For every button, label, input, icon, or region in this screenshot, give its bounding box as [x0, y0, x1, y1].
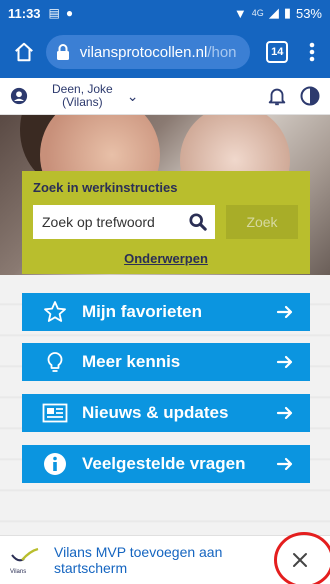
bell-icon[interactable]: [266, 85, 288, 107]
newspaper-icon: [42, 400, 68, 426]
more-vertical-icon: [309, 42, 315, 62]
nav-news-button[interactable]: Nieuws & updates: [22, 394, 310, 432]
arrow-right-icon: [276, 355, 293, 369]
wifi-icon: ▼: [233, 5, 247, 21]
install-banner-text[interactable]: Vilans MVP toevoegen aan startscherm: [54, 544, 254, 576]
nav-favorites-button[interactable]: Mijn favorieten: [22, 293, 310, 331]
status-right: ▼ 4G ◢ ▮ 53%: [234, 5, 322, 21]
contrast-icon[interactable]: [300, 86, 320, 106]
url-path: /hon: [207, 43, 237, 61]
signal-icon: ◢: [268, 5, 279, 20]
tab-switcher-button[interactable]: 14: [266, 41, 289, 63]
vilans-logo: Vilans: [10, 545, 44, 575]
search-card: Zoek in werkinstructies Zoek op trefwoor…: [22, 171, 310, 274]
lock-icon: [56, 44, 74, 60]
url-field[interactable]: vilansprotocollen.nl/hon: [45, 35, 251, 69]
home-button[interactable]: [8, 36, 40, 68]
search-title: Zoek in werkinstructies: [33, 180, 178, 195]
notification-icon: ▤: [48, 6, 60, 20]
install-banner-line2: startscherm: [54, 560, 128, 576]
site-header: Deen, Joke (Vilans) ⌄: [0, 78, 330, 115]
url-host: vilansprotocollen.nl: [79, 43, 208, 61]
user-name-line2: (Vilans): [62, 95, 103, 109]
nav-favorites-label: Mijn favorieten: [82, 302, 202, 321]
signal-label: 4G: [251, 8, 264, 18]
info-icon: [42, 451, 68, 477]
search-button[interactable]: Zoek: [226, 205, 298, 239]
search-icon[interactable]: [181, 205, 215, 239]
nav-faq-label: Veelgestelde vragen: [82, 454, 246, 473]
status-time: 11:33: [8, 5, 41, 21]
browser-menu-button[interactable]: [302, 36, 322, 68]
arrow-right-icon: [276, 305, 293, 319]
user-icon[interactable]: [10, 87, 28, 105]
nav-faq-button[interactable]: Veelgestelde vragen: [22, 445, 310, 483]
vilans-logo-mark: [11, 547, 39, 562]
home-icon: [14, 42, 33, 62]
arrow-right-icon: [276, 457, 293, 471]
chevron-down-icon[interactable]: ⌄: [127, 88, 139, 105]
search-placeholder: Zoek op trefwoord: [42, 214, 155, 230]
star-icon: [42, 299, 68, 325]
nav-knowledge-button[interactable]: Meer kennis: [22, 343, 310, 381]
browser-toolbar: vilansprotocollen.nl/hon 14: [0, 26, 330, 78]
close-banner-button[interactable]: [274, 532, 330, 584]
vilans-logo-text: Vilans: [10, 569, 27, 575]
nav-knowledge-label: Meer kennis: [82, 352, 181, 371]
search-input[interactable]: Zoek op trefwoord: [33, 205, 215, 239]
arrow-right-icon: [276, 406, 293, 420]
install-banner-line1: Vilans MVP toevoegen aan: [54, 544, 223, 560]
battery-icon: ▮: [283, 5, 291, 20]
topics-link[interactable]: Onderwerpen: [22, 251, 310, 266]
app-notification-icon: ●: [65, 6, 74, 20]
highlight-circle: [274, 532, 330, 584]
nav-news-label: Nieuws & updates: [82, 403, 229, 422]
install-banner: Vilans Vilans MVP toevoegen aan startsch…: [0, 532, 330, 584]
battery-percent: 53%: [295, 5, 322, 21]
lightbulb-icon: [42, 349, 68, 375]
user-name[interactable]: Deen, Joke (Vilans): [52, 83, 113, 109]
status-bar: 11:33 ▤ ● ▼ 4G ◢ ▮ 53%: [0, 0, 330, 26]
